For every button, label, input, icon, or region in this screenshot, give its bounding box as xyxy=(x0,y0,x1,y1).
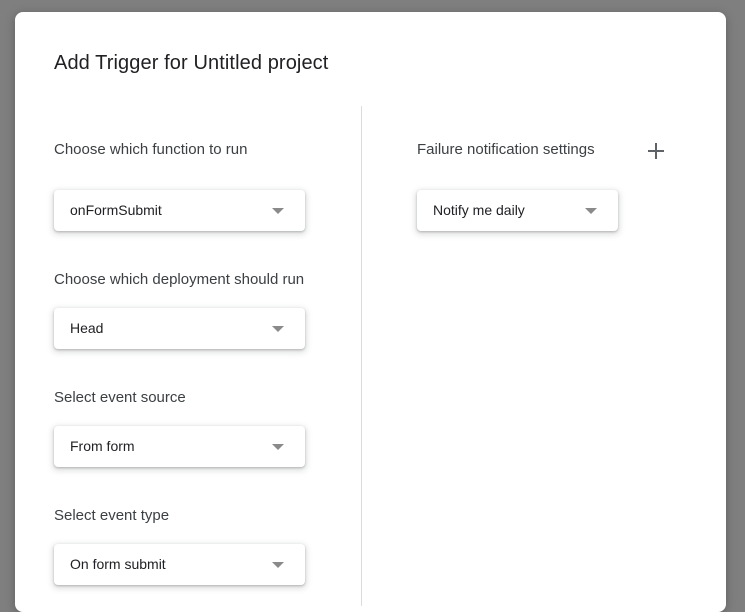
event-source-select[interactable]: From form xyxy=(54,426,305,467)
event-type-select-value: On form submit xyxy=(70,556,166,572)
function-label: Choose which function to run xyxy=(54,141,248,158)
event-type-label: Select event type xyxy=(54,507,170,524)
dropdown-arrow-icon xyxy=(272,326,284,332)
dropdown-arrow-icon xyxy=(585,208,597,214)
failure-notification-select[interactable]: Notify me daily xyxy=(417,190,618,231)
dropdown-arrow-icon xyxy=(272,208,284,214)
event-source-label: Select event source xyxy=(54,389,186,406)
dropdown-arrow-icon xyxy=(272,444,284,450)
column-divider xyxy=(361,106,362,606)
deployment-select[interactable]: Head xyxy=(54,308,305,349)
function-select[interactable]: onFormSubmit xyxy=(54,190,305,231)
plus-icon[interactable] xyxy=(645,140,667,162)
deployment-label: Choose which deployment should run xyxy=(54,271,305,288)
failure-notification-select-value: Notify me daily xyxy=(433,202,525,218)
deployment-select-value: Head xyxy=(70,320,104,336)
add-trigger-dialog: Add Trigger for Untitled project Choose … xyxy=(15,12,726,612)
event-type-select[interactable]: On form submit xyxy=(54,544,305,585)
function-select-value: onFormSubmit xyxy=(70,202,162,218)
failure-notification-label: Failure notification settings xyxy=(417,141,595,158)
event-source-select-value: From form xyxy=(70,438,135,454)
dialog-title: Add Trigger for Untitled project xyxy=(54,52,329,74)
dropdown-arrow-icon xyxy=(272,562,284,568)
